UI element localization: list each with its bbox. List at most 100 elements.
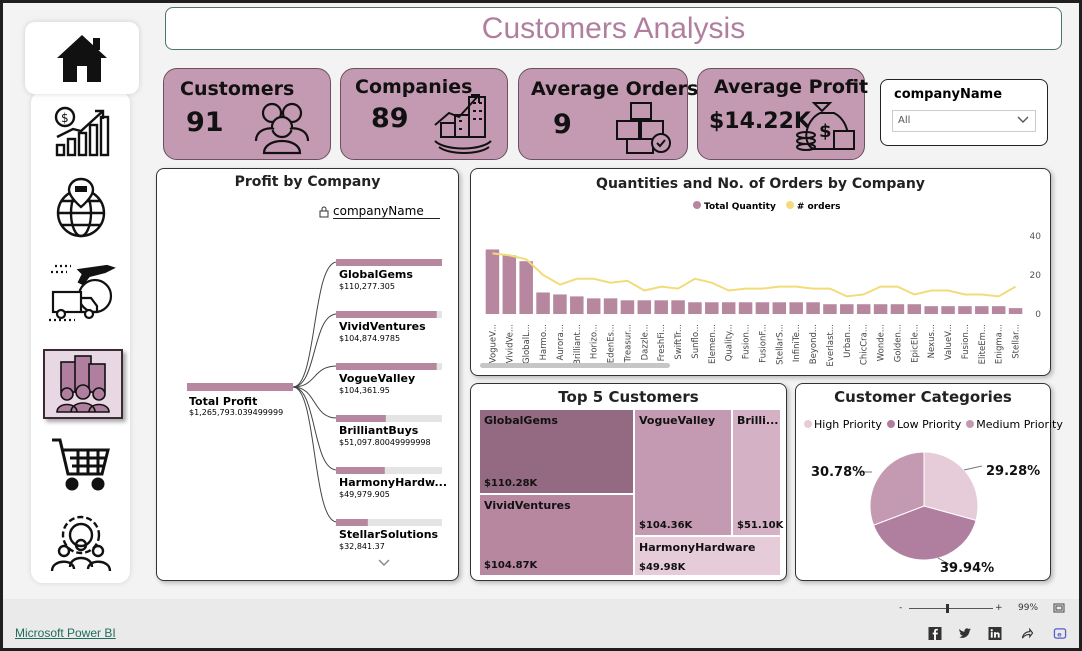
powerbi-link[interactable]: Microsoft Power BI <box>15 626 116 640</box>
quantity-bar[interactable] <box>553 294 567 314</box>
quantity-bar[interactable] <box>823 304 837 314</box>
chart-scrollbar[interactable] <box>480 363 670 368</box>
tree-node-label[interactable]: GlobalGems <box>339 268 413 281</box>
share-icon[interactable] <box>1020 627 1034 640</box>
quantity-bar[interactable] <box>975 306 989 314</box>
nav-orders[interactable] <box>43 431 119 497</box>
svg-text:e: e <box>1057 630 1062 638</box>
treemap-tile[interactable]: VividVentures $104.87K <box>480 495 633 575</box>
treemap-tile[interactable]: GlobalGems $110.28K <box>480 410 633 493</box>
quantity-bar[interactable] <box>941 306 955 314</box>
profit-by-company-card: Profit by Company companyName Total Prof… <box>156 168 459 581</box>
zoom-slider-handle[interactable] <box>946 604 949 613</box>
nav-shipping[interactable] <box>43 258 119 324</box>
tree-root-bar[interactable] <box>187 383 293 391</box>
quantity-bar[interactable] <box>603 298 618 314</box>
quantity-bar[interactable] <box>485 249 500 314</box>
nav-employees[interactable] <box>43 509 119 575</box>
money-bag-icon: $ <box>796 102 855 151</box>
linkedin-icon[interactable] <box>988 627 1002 640</box>
home-icon <box>57 35 107 82</box>
x-tick-label: Golden... <box>893 324 903 362</box>
quantity-bar[interactable] <box>586 298 601 314</box>
quantity-bar[interactable] <box>755 302 770 314</box>
tree-bar[interactable] <box>336 467 385 474</box>
x-tick-label: Wonde... <box>877 324 887 361</box>
kpi-avg-profit: Average Profit $14.22K $ <box>697 68 868 160</box>
quantity-bar[interactable] <box>840 304 854 314</box>
quantity-bar[interactable] <box>924 306 938 314</box>
page-title: Customers Analysis <box>165 7 1062 50</box>
customers-icon <box>254 102 310 155</box>
zoom-in-button[interactable]: + <box>995 603 1003 613</box>
tree-bar[interactable] <box>336 519 368 526</box>
treemap-tile[interactable]: Brilli... $51.10K <box>733 410 783 535</box>
fit-page-icon[interactable] <box>1053 603 1065 613</box>
kpi-customers-value: 91 <box>186 107 224 138</box>
quantity-bar[interactable] <box>536 292 550 314</box>
x-tick-label: SwiftTr... <box>674 324 684 360</box>
quantity-bar[interactable] <box>671 300 685 314</box>
quantity-bar[interactable] <box>856 304 871 314</box>
tree-node-value: $49,979.905 <box>339 490 390 499</box>
facebook-icon[interactable] <box>928 627 942 640</box>
x-tick-label: Horizo... <box>590 324 600 359</box>
x-tick-label: EpicEle... <box>910 324 920 363</box>
nav-customers[interactable] <box>43 349 123 419</box>
quantity-bar[interactable] <box>991 306 1006 314</box>
quantity-bar[interactable] <box>806 302 820 314</box>
quantity-bar[interactable] <box>772 302 787 314</box>
quantity-bar[interactable] <box>688 302 702 314</box>
tree-node-value: $110,277.305 <box>339 282 395 291</box>
tree-bar[interactable] <box>336 363 437 370</box>
quantity-bar[interactable] <box>620 300 635 314</box>
twitter-icon[interactable] <box>958 627 972 640</box>
zoom-slider[interactable] <box>909 608 993 609</box>
quantity-bar[interactable] <box>721 302 736 314</box>
tree-node-label[interactable]: StellarSolutions <box>339 528 438 541</box>
x-tick-label: Fusion... <box>742 324 752 359</box>
quantity-bar[interactable] <box>873 304 888 314</box>
tree-bar[interactable] <box>336 259 442 266</box>
nav-global[interactable] <box>43 175 119 241</box>
pie-data-label: 30.78% <box>811 465 865 480</box>
tree-connector <box>292 386 338 523</box>
y-tick-label: 40 <box>1030 232 1042 242</box>
nav-sales[interactable]: $ <box>43 98 119 164</box>
quantity-bar[interactable] <box>890 304 905 314</box>
quantity-bar[interactable] <box>789 302 803 314</box>
top5-customers-card: Top 5 Customers GlobalGems $110.28K Vivi… <box>470 383 787 581</box>
quantity-bar[interactable] <box>654 300 668 314</box>
company-slicer: companyName All <box>880 79 1048 146</box>
quantity-bar[interactable] <box>705 302 719 314</box>
tree-bar[interactable] <box>336 311 437 318</box>
quantity-bar[interactable] <box>958 306 972 314</box>
treemap-tile[interactable]: HarmonyHardware $49.98K <box>635 537 780 575</box>
treemap-tile[interactable]: VogueValley $104.36K <box>635 410 731 535</box>
quantity-bar[interactable] <box>738 302 753 314</box>
x-tick-label: FusionF... <box>758 324 768 363</box>
nav-home[interactable] <box>25 22 139 94</box>
tree-node-label[interactable]: VogueValley <box>339 372 415 385</box>
boxes-icon <box>616 102 671 154</box>
quantity-bar[interactable] <box>502 255 517 314</box>
zoom-out-button[interactable]: - <box>899 603 902 613</box>
delivery-truck-plane-icon <box>49 264 116 322</box>
quantity-bar[interactable] <box>907 304 922 314</box>
x-tick-label: Enigma... <box>995 324 1005 364</box>
y-tick-label: 0 <box>1035 310 1041 320</box>
shopping-cart-icon <box>52 438 110 491</box>
tree-bar[interactable] <box>336 415 386 422</box>
svg-text:$: $ <box>819 121 832 142</box>
quantity-bar[interactable] <box>519 261 533 314</box>
tree-node-label[interactable]: HarmonyHardw... <box>339 476 447 489</box>
teams-icon[interactable]: e <box>1053 627 1067 640</box>
quantity-bar[interactable] <box>1008 308 1023 314</box>
chevron-down-icon[interactable] <box>378 559 390 567</box>
slicer-dropdown[interactable]: All <box>892 110 1036 132</box>
tree-node-label[interactable]: VividVentures <box>339 320 426 333</box>
x-tick-label: EdenEs... <box>607 324 617 363</box>
quantity-bar[interactable] <box>637 300 652 314</box>
tree-node-label[interactable]: BrilliantBuys <box>339 424 418 437</box>
quantity-bar[interactable] <box>570 296 584 314</box>
